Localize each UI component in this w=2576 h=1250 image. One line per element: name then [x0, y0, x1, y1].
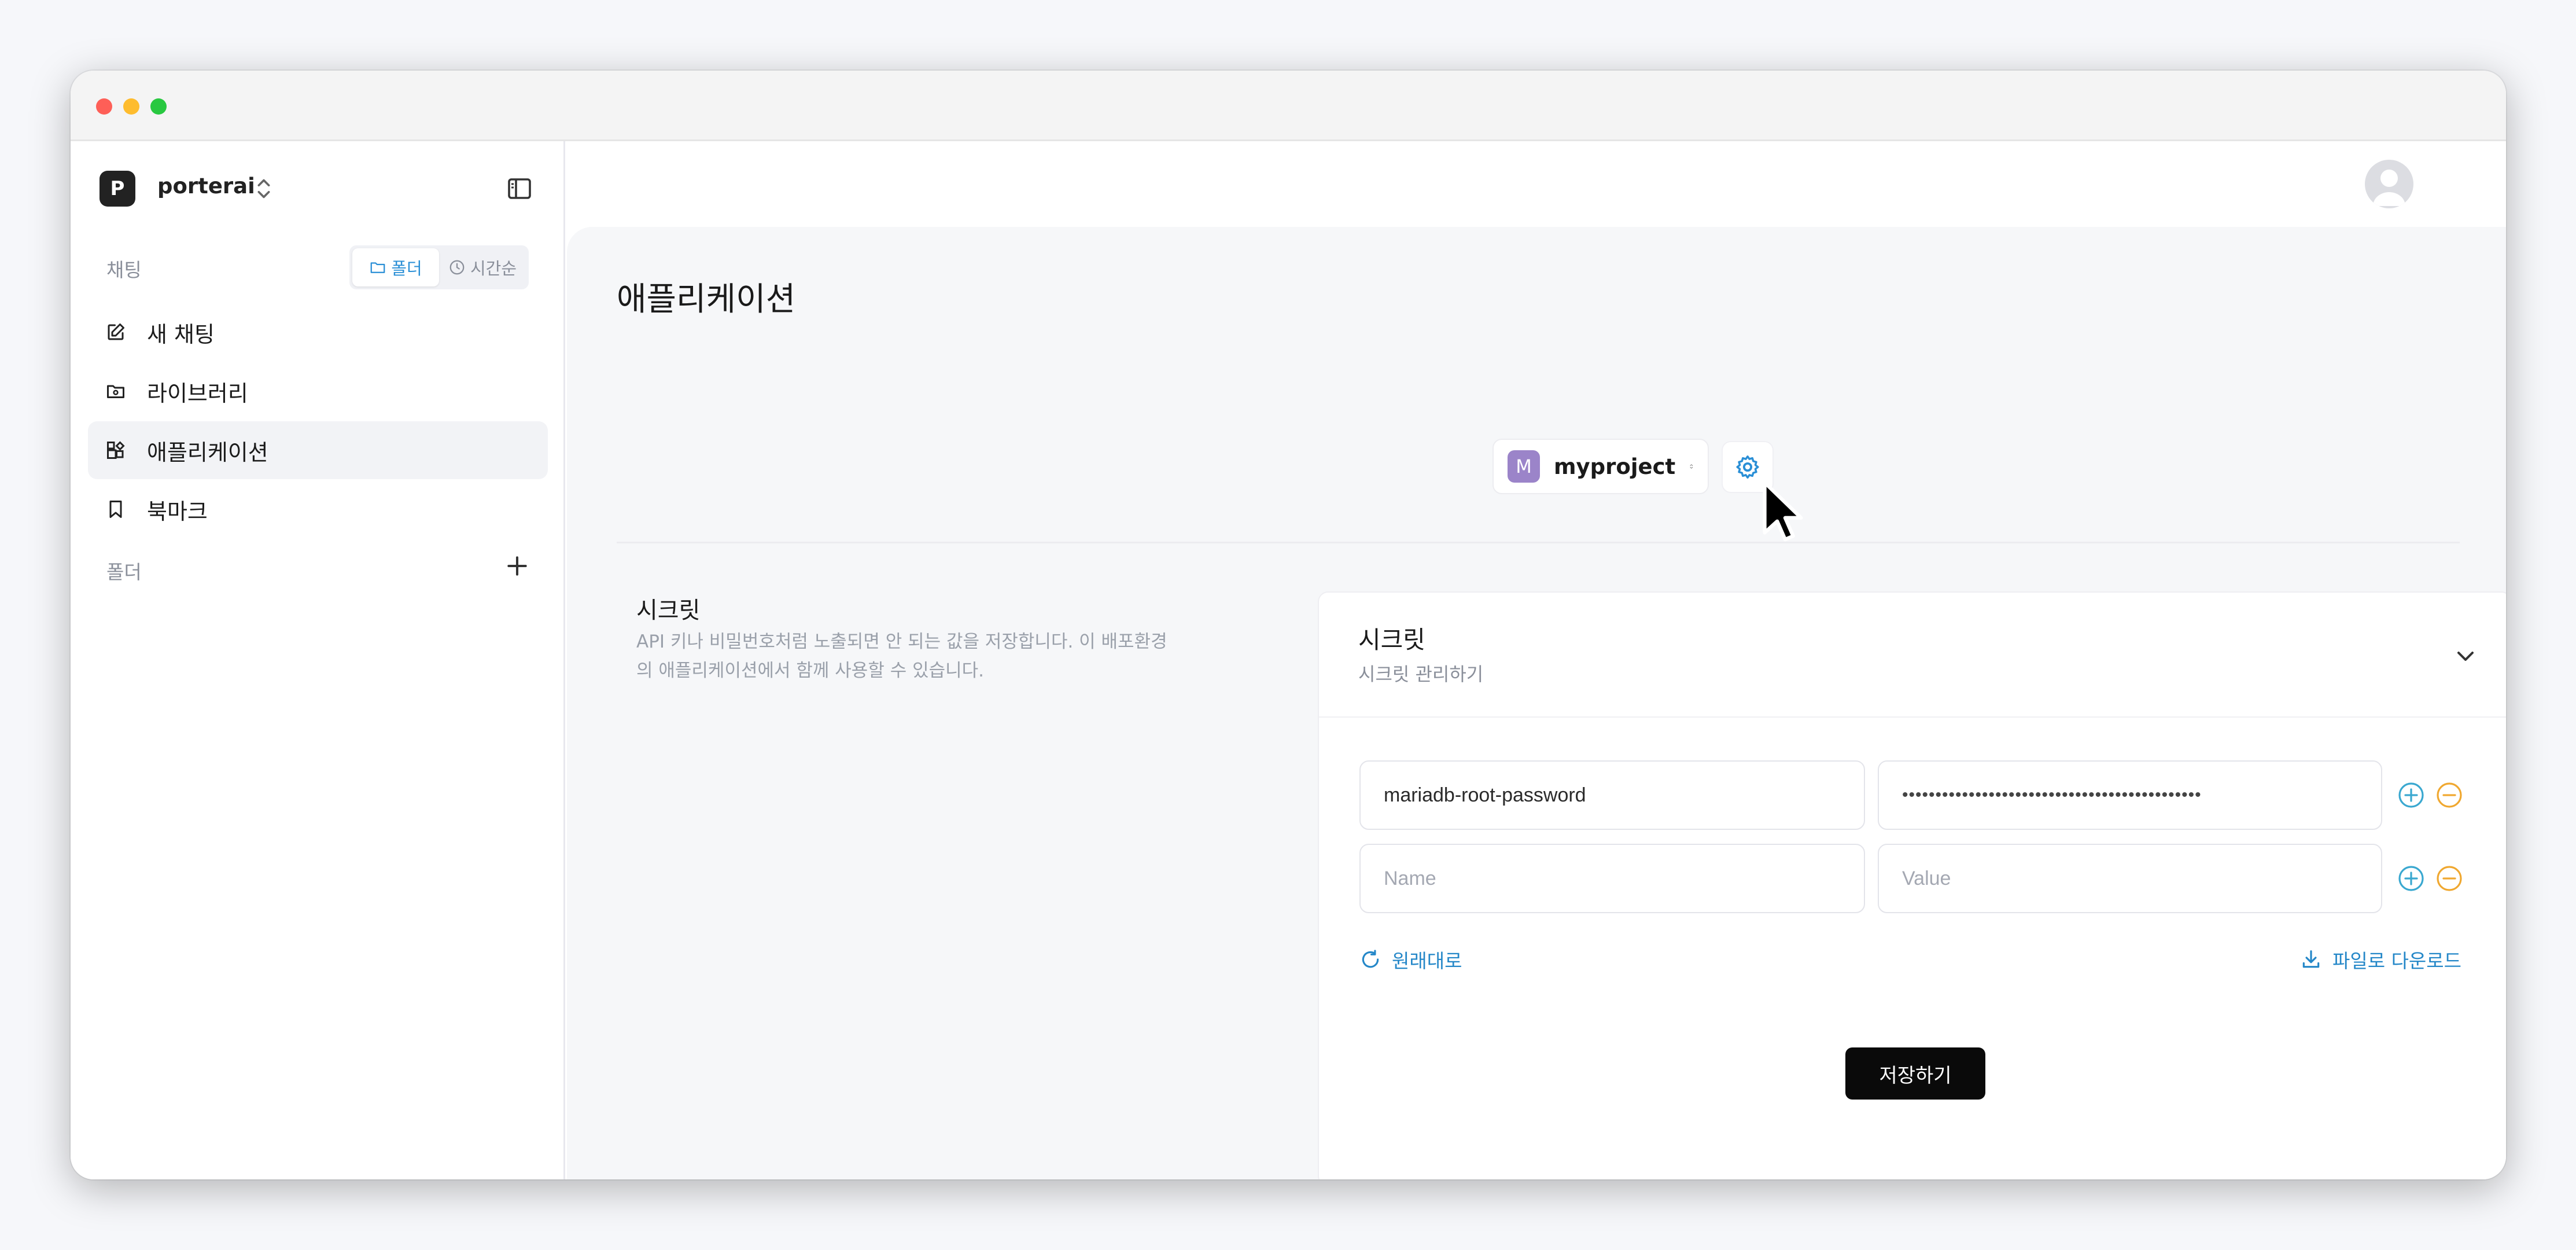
download-file-button-label: 파일로 다운로드 — [2332, 950, 2462, 972]
sidebar: P porterai 채팅 폴더 시간순 새 채팅 라이브러리 애플리케이션 북… — [71, 141, 565, 1179]
add-folder-icon[interactable] — [504, 553, 530, 579]
bookmark-icon — [109, 501, 122, 518]
workspace-logo[interactable]: P — [99, 171, 135, 207]
sidebar-item-label: 새 채팅 — [147, 321, 215, 347]
secrets-card: 시크릿 시크릿 관리하기 mariadb-root-password •••••… — [1318, 591, 2506, 1179]
reset-button-label: 원래대로 — [1392, 950, 1462, 972]
remove-row-icon[interactable] — [2435, 865, 2463, 892]
chevron-up-down-icon[interactable] — [253, 174, 274, 204]
divider — [617, 542, 2460, 543]
sidebar-item-applications[interactable]: 애플리케이션 — [88, 421, 548, 479]
apps-icon — [107, 441, 125, 459]
view-toggle: 폴더 시간순 — [349, 245, 529, 289]
project-selector[interactable]: M myproject — [1492, 439, 1709, 494]
folder-icon — [370, 262, 385, 273]
chevron-up-down-icon — [1690, 464, 1693, 469]
chevron-down-icon[interactable] — [2452, 642, 2479, 670]
maximize-window-button[interactable] — [150, 98, 167, 115]
download-file-button[interactable]: 파일로 다운로드 — [2300, 946, 2461, 973]
edit-icon — [108, 323, 124, 340]
project-name: myproject — [1554, 454, 1676, 479]
view-toggle-chronological[interactable]: 시간순 — [439, 248, 526, 286]
new-secret-name-input[interactable]: Name — [1359, 844, 1865, 913]
secrets-section-title: 시크릿 — [636, 597, 701, 624]
sidebar-item-label: 북마크 — [147, 498, 208, 524]
folder-icon — [107, 385, 124, 398]
view-toggle-folder[interactable]: 폴더 — [352, 248, 439, 286]
remove-row-icon[interactable] — [2435, 781, 2463, 809]
project-badge: M — [1508, 450, 1540, 483]
sidebar-item-label: 라이브러리 — [147, 380, 248, 406]
save-button[interactable]: 저장하기 — [1845, 1047, 1985, 1100]
gear-icon — [1736, 455, 1759, 479]
view-toggle-folder-label: 폴더 — [391, 259, 422, 278]
close-window-button[interactable] — [96, 98, 112, 115]
title-bar — [71, 71, 2506, 141]
sidebar-item-bookmarks[interactable]: 북마크 — [88, 480, 548, 538]
sidebar-item-library[interactable]: 라이브러리 — [88, 362, 548, 420]
folder-section-label: 폴더 — [106, 561, 142, 583]
page-title: 애플리케이션 — [617, 281, 796, 318]
download-icon — [2302, 950, 2320, 968]
sidebar-item-new-chat[interactable]: 새 채팅 — [88, 303, 548, 361]
secret-name-field[interactable]: mariadb-root-password — [1359, 760, 1865, 830]
mouse-cursor-icon — [1763, 480, 1803, 542]
main-content: 애플리케이션 M myproject 시크릿 API 키나 비밀번호처럼 노출되… — [567, 227, 2506, 1179]
view-toggle-chronological-label: 시간순 — [470, 259, 517, 278]
chat-section-label: 채팅 — [106, 259, 142, 281]
user-icon — [2373, 170, 2405, 206]
app-window: P porterai 채팅 폴더 시간순 새 채팅 라이브러리 애플리케이션 북… — [71, 71, 2506, 1179]
refresh-icon — [1362, 950, 1379, 968]
add-row-icon[interactable] — [2397, 865, 2425, 892]
avatar[interactable] — [2365, 160, 2413, 208]
secrets-card-subtitle: 시크릿 관리하기 — [1358, 663, 1484, 685]
sidebar-item-label: 애플리케이션 — [147, 439, 268, 465]
secrets-section-description: API 키나 비밀번호처럼 노출되면 안 되는 값을 저장합니다. 이 배포환경… — [636, 631, 1167, 681]
sidebar-toggle-icon[interactable] — [506, 175, 533, 203]
reset-button[interactable]: 원래대로 — [1359, 946, 1462, 973]
minimize-window-button[interactable] — [123, 98, 139, 115]
clock-icon — [449, 260, 465, 275]
secret-value-field[interactable]: ••••••••••••••••••••••••••••••••••••••••… — [1878, 760, 2382, 830]
secrets-card-title: 시크릿 — [1358, 626, 1425, 654]
workspace-name[interactable]: porterai — [157, 174, 255, 198]
add-row-icon[interactable] — [2397, 781, 2425, 809]
secrets-card-header[interactable]: 시크릿 시크릿 관리하기 — [1319, 593, 2506, 718]
new-secret-value-input[interactable]: Value — [1878, 844, 2382, 913]
